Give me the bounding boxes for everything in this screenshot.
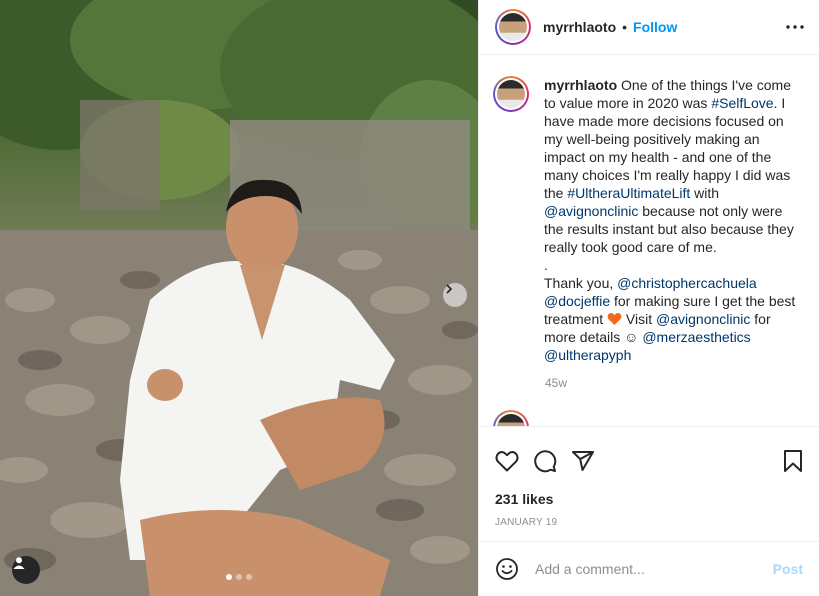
mention-link[interactable]: @christophercachuela bbox=[617, 275, 757, 291]
emoji-icon bbox=[496, 558, 518, 580]
comment-icon bbox=[534, 450, 557, 473]
save-icon bbox=[784, 450, 802, 472]
hashtag-link[interactable]: #UltheraUltimateLift bbox=[567, 185, 690, 201]
caption-text-part: with bbox=[690, 185, 723, 201]
share-button[interactable] bbox=[571, 449, 595, 473]
heart-icon bbox=[495, 451, 519, 472]
likes-count[interactable]: 231 likes bbox=[479, 477, 819, 507]
avatar-image bbox=[497, 80, 525, 108]
caption-text-part: Visit bbox=[622, 311, 657, 327]
photo-illustration bbox=[0, 0, 478, 596]
comment-item bbox=[479, 390, 819, 426]
caption-timestamp[interactable]: 45w bbox=[545, 376, 819, 390]
emoji-button[interactable] bbox=[495, 557, 519, 581]
caption-avatar[interactable] bbox=[493, 76, 529, 112]
save-button[interactable] bbox=[783, 449, 803, 473]
more-icon bbox=[786, 25, 804, 29]
follow-button[interactable]: Follow bbox=[633, 19, 677, 35]
carousel-dot bbox=[226, 574, 232, 580]
user-tag-icon bbox=[13, 557, 25, 569]
mention-link[interactable]: @avignonclinic bbox=[544, 203, 638, 219]
action-icons bbox=[479, 427, 819, 477]
comments-area[interactable]: myrrhlaoto One of the things I've come t… bbox=[479, 56, 819, 426]
post-side-panel: myrrhlaoto • Follow myrrhlaoto One of th… bbox=[478, 0, 819, 596]
more-options-button[interactable] bbox=[785, 24, 805, 30]
avatar-image bbox=[499, 13, 527, 41]
hashtag-link[interactable]: #SelfLove bbox=[711, 95, 773, 111]
comment-input[interactable] bbox=[533, 560, 773, 578]
post-header: myrrhlaoto • Follow bbox=[479, 0, 819, 55]
avatar-image bbox=[497, 414, 525, 426]
comment-button[interactable] bbox=[533, 449, 557, 473]
mention-link[interactable]: @avignonclinic bbox=[656, 311, 750, 327]
header-separator: • bbox=[622, 19, 628, 35]
carousel-next-button[interactable] bbox=[443, 283, 467, 307]
post-date[interactable]: JANUARY 19 bbox=[479, 507, 819, 528]
caption-comment: myrrhlaoto One of the things I've come t… bbox=[479, 56, 819, 364]
like-button[interactable] bbox=[495, 450, 519, 472]
post-comment-button[interactable]: Post bbox=[773, 561, 803, 577]
chevron-right-icon bbox=[446, 284, 453, 294]
post-photo[interactable] bbox=[0, 0, 478, 596]
avatar[interactable] bbox=[495, 9, 531, 45]
post-actions: 231 likes JANUARY 19 bbox=[479, 426, 819, 528]
caption-text: myrrhlaoto One of the things I've come t… bbox=[544, 76, 802, 364]
tagged-users-button[interactable] bbox=[12, 556, 40, 584]
add-comment-bar: Post bbox=[479, 541, 819, 596]
carousel-dot bbox=[236, 574, 242, 580]
carousel-indicator bbox=[226, 574, 252, 580]
mention-link[interactable]: @ultherapyph bbox=[544, 347, 631, 363]
comment-avatar[interactable] bbox=[493, 410, 529, 426]
carousel-dot bbox=[246, 574, 252, 580]
caption-username[interactable]: myrrhlaoto bbox=[544, 77, 617, 93]
mention-link[interactable]: @docjeffie bbox=[544, 293, 610, 309]
share-icon bbox=[572, 451, 594, 471]
mention-link[interactable]: @merzaesthetics bbox=[642, 329, 750, 345]
header-username[interactable]: myrrhlaoto bbox=[543, 19, 616, 35]
orange-heart-emoji-icon bbox=[607, 312, 622, 325]
